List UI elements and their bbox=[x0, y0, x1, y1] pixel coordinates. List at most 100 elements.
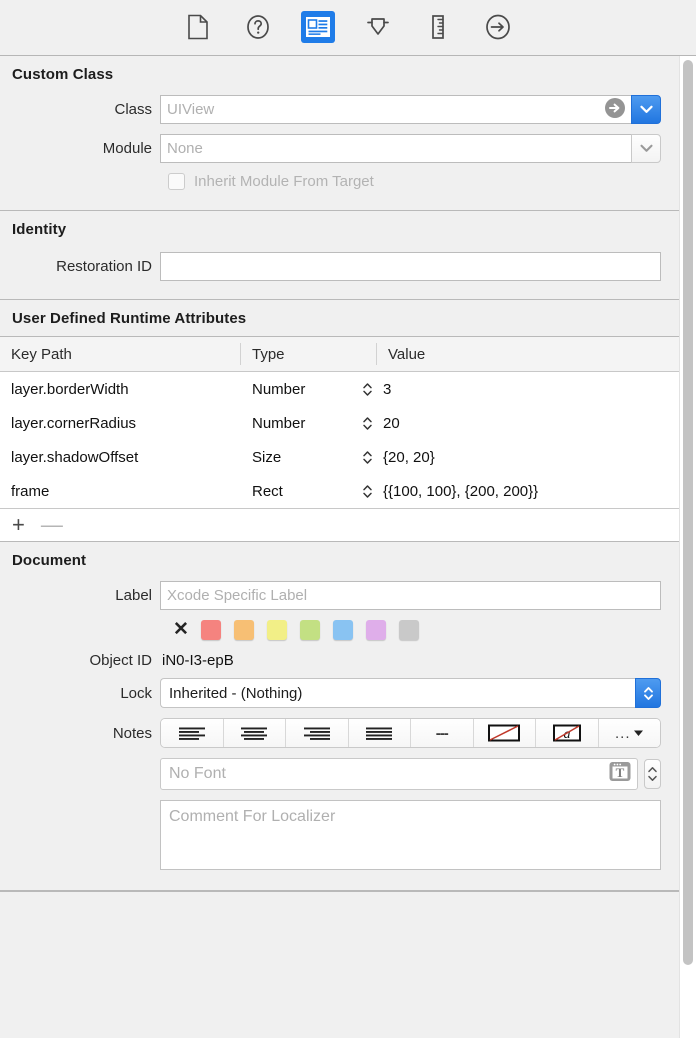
notes-row: Notes --- a ... bbox=[0, 718, 679, 748]
document-title: Document bbox=[12, 552, 87, 569]
section-document: Document Label Xcode Specific Label ✕ Ob… bbox=[0, 542, 679, 891]
restoration-id-row: Restoration ID bbox=[0, 252, 679, 281]
more-options-label: ... bbox=[614, 724, 631, 742]
inspector-scroll-area: Custom Class Class UIView Module None In… bbox=[0, 56, 680, 1038]
no-background-color-button[interactable] bbox=[473, 719, 536, 747]
runtime-attributes-table: Key Path Type Value layer.borderWidth Nu… bbox=[0, 337, 679, 508]
lock-value[interactable]: Inherited - (Nothing) bbox=[160, 678, 635, 708]
swatch-purple[interactable] bbox=[366, 620, 386, 640]
object-id-label: Object ID bbox=[89, 652, 152, 669]
cell-key-path[interactable]: layer.cornerRadius bbox=[0, 415, 241, 432]
cell-type[interactable]: Number bbox=[241, 381, 357, 398]
notes-label: Notes bbox=[112, 724, 152, 742]
align-left-button[interactable] bbox=[161, 719, 224, 747]
panel-bottom-strip bbox=[0, 891, 679, 912]
lock-row: Lock Inherited - (Nothing) bbox=[0, 678, 679, 708]
font-panel-icon[interactable]: T bbox=[608, 760, 632, 789]
inherit-module-checkbox[interactable] bbox=[168, 173, 185, 190]
comment-for-localizer-input[interactable]: Comment For Localizer bbox=[160, 800, 661, 870]
scrollbar-thumb[interactable] bbox=[683, 60, 693, 965]
connections-inspector-icon[interactable] bbox=[481, 11, 515, 43]
table-body: layer.borderWidth Number 3 layer.cornerR… bbox=[0, 372, 679, 508]
module-combo[interactable]: None bbox=[160, 134, 661, 163]
goto-arrow-icon[interactable] bbox=[604, 97, 626, 123]
cell-value[interactable]: 3 bbox=[377, 381, 679, 398]
no-text-color-button[interactable]: a bbox=[536, 719, 599, 747]
type-stepper-icon[interactable] bbox=[357, 415, 377, 432]
font-row: No Font T bbox=[0, 758, 679, 790]
lock-label: Lock bbox=[120, 684, 152, 702]
font-control-group: No Font T bbox=[160, 758, 661, 790]
align-justify-button[interactable] bbox=[348, 719, 411, 747]
table-row[interactable]: layer.cornerRadius Number 20 bbox=[0, 406, 679, 440]
cell-key-path[interactable]: layer.borderWidth bbox=[0, 381, 241, 398]
column-header-value[interactable]: Value bbox=[377, 343, 679, 365]
inspector-toolbar bbox=[0, 0, 696, 56]
dashes-button[interactable]: --- bbox=[411, 719, 474, 747]
column-header-key-path[interactable]: Key Path bbox=[0, 343, 241, 365]
module-label: Module bbox=[102, 140, 152, 157]
quick-help-icon[interactable] bbox=[241, 11, 275, 43]
module-row: Module None bbox=[0, 134, 679, 163]
swatch-yellow[interactable] bbox=[267, 620, 287, 640]
swatch-green[interactable] bbox=[300, 620, 320, 640]
no-color-icon[interactable]: ✕ bbox=[172, 620, 190, 640]
restoration-id-label: Restoration ID bbox=[56, 258, 152, 275]
runtime-attributes-title: User Defined Runtime Attributes bbox=[0, 300, 679, 337]
cell-value[interactable]: {20, 20} bbox=[377, 449, 679, 466]
module-input[interactable]: None bbox=[160, 134, 631, 163]
table-header: Key Path Type Value bbox=[0, 337, 679, 372]
object-id-row: Object ID iN0-I3-epB bbox=[0, 652, 679, 669]
lock-stepper-icon[interactable] bbox=[635, 678, 661, 708]
cell-value[interactable]: {{100, 100}, {200, 200}} bbox=[377, 483, 679, 500]
vertical-scrollbar[interactable] bbox=[679, 56, 696, 1038]
document-label-input[interactable]: Xcode Specific Label bbox=[160, 581, 661, 610]
class-input[interactable]: UIView bbox=[160, 95, 631, 124]
file-inspector-icon[interactable] bbox=[181, 11, 215, 43]
cell-value[interactable]: 20 bbox=[377, 415, 679, 432]
font-field[interactable]: No Font T bbox=[160, 758, 638, 790]
inherit-module-row[interactable]: Inherit Module From Target bbox=[0, 173, 679, 190]
swatch-blue[interactable] bbox=[333, 620, 353, 640]
section-custom-class: Custom Class Class UIView Module None In… bbox=[0, 56, 679, 211]
comment-row-spacer bbox=[0, 800, 160, 805]
swatch-gray[interactable] bbox=[399, 620, 419, 640]
module-input-placeholder: None bbox=[167, 140, 203, 157]
attributes-inspector-icon[interactable] bbox=[361, 11, 395, 43]
more-options-button[interactable]: ... bbox=[598, 719, 660, 747]
remove-attribute-button[interactable]: — bbox=[41, 514, 63, 536]
svg-text:T: T bbox=[616, 765, 625, 780]
inspector-panel: Custom Class Class UIView Module None In… bbox=[0, 56, 696, 1038]
table-row[interactable]: layer.borderWidth Number 3 bbox=[0, 372, 679, 406]
cell-type[interactable]: Rect bbox=[241, 483, 357, 500]
module-dropdown-button[interactable] bbox=[631, 134, 661, 163]
class-combo[interactable]: UIView bbox=[160, 95, 661, 124]
class-dropdown-button[interactable] bbox=[631, 95, 661, 124]
type-stepper-icon[interactable] bbox=[357, 483, 377, 500]
class-row: Class UIView bbox=[0, 95, 679, 124]
add-attribute-button[interactable]: + bbox=[12, 514, 25, 536]
size-inspector-icon[interactable] bbox=[421, 11, 455, 43]
swatch-orange[interactable] bbox=[234, 620, 254, 640]
font-placeholder: No Font bbox=[169, 765, 226, 782]
column-header-type[interactable]: Type bbox=[241, 343, 377, 365]
cell-type[interactable]: Number bbox=[241, 415, 357, 432]
dashes-glyph: --- bbox=[435, 724, 449, 742]
align-center-button[interactable] bbox=[223, 719, 286, 747]
swatch-red[interactable] bbox=[201, 620, 221, 640]
type-stepper-icon[interactable] bbox=[357, 381, 377, 398]
document-label-placeholder: Xcode Specific Label bbox=[167, 587, 308, 604]
lock-select[interactable]: Inherited - (Nothing) bbox=[160, 678, 661, 708]
identity-inspector-icon[interactable] bbox=[301, 10, 335, 43]
font-size-stepper[interactable] bbox=[644, 759, 661, 789]
cell-type[interactable]: Size bbox=[241, 449, 357, 466]
align-right-button[interactable] bbox=[286, 719, 349, 747]
table-row[interactable]: frame Rect {{100, 100}, {200, 200}} bbox=[0, 474, 679, 508]
type-stepper-icon[interactable] bbox=[357, 449, 377, 466]
class-input-placeholder: UIView bbox=[167, 101, 215, 118]
cell-key-path[interactable]: frame bbox=[0, 483, 241, 500]
cell-key-path[interactable]: layer.shadowOffset bbox=[0, 449, 241, 466]
restoration-id-input[interactable] bbox=[160, 252, 661, 281]
table-row[interactable]: layer.shadowOffset Size {20, 20} bbox=[0, 440, 679, 474]
label-row: Label Xcode Specific Label bbox=[0, 581, 679, 610]
